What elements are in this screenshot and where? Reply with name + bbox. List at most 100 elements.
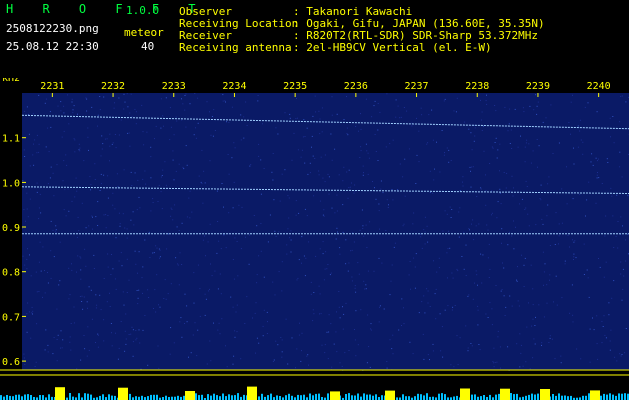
noise-dot (503, 295, 505, 297)
noise-dot (110, 274, 112, 275)
noise-dot (101, 135, 103, 137)
noise-dot (77, 255, 79, 257)
noise-dot (228, 212, 230, 214)
noise-dot (47, 183, 49, 185)
noise-dot (249, 234, 251, 236)
noise-dot (367, 152, 369, 154)
noise-dot (577, 125, 579, 127)
noise-dot (604, 334, 606, 336)
noise-dot (152, 198, 154, 200)
noise-dot (467, 295, 469, 297)
noise-dot (319, 313, 320, 315)
noise-dot (77, 216, 79, 218)
noise-dot (485, 100, 487, 102)
noise-dot (181, 336, 183, 338)
noise-dot (622, 225, 623, 227)
noise-dot (200, 181, 202, 183)
noise-dot (94, 179, 96, 180)
noise-dot (621, 95, 623, 97)
noise-dot (482, 254, 484, 256)
noise-dot (561, 297, 563, 299)
noise-dot (524, 209, 526, 210)
noise-dot (343, 313, 345, 315)
noise-dot (526, 326, 528, 328)
noise-dot (38, 261, 40, 263)
noise-dot (63, 160, 65, 162)
noise-dot (374, 134, 376, 135)
noise-dot (452, 277, 454, 279)
noise-dot (319, 200, 321, 202)
noise-dot (163, 125, 164, 127)
noise-dot (614, 356, 616, 358)
noise-dot (256, 337, 258, 339)
noise-dot (53, 337, 55, 338)
noise-dot (25, 220, 26, 222)
noise-dot (345, 263, 347, 265)
noise-dot (38, 151, 40, 153)
noise-dot (205, 298, 207, 300)
noise-dot (465, 325, 467, 327)
noise-dot (226, 366, 228, 368)
noise-dot (555, 212, 557, 214)
noise-dot (159, 306, 161, 308)
noise-dot (345, 302, 347, 304)
noise-dot (327, 173, 329, 175)
noise-dot (380, 180, 382, 182)
noise-dot (304, 275, 306, 277)
noise-dot (331, 366, 333, 368)
noise-dot (193, 302, 195, 304)
noise-dot (606, 158, 608, 160)
noise-dot (394, 242, 396, 244)
noise-dot (499, 143, 501, 145)
noise-dot (87, 326, 89, 328)
noise-dot (516, 279, 517, 281)
noise-dot (514, 108, 516, 110)
noise-dot (258, 255, 260, 257)
noise-dot (211, 116, 213, 117)
noise-dot (149, 257, 151, 258)
noise-dot (56, 339, 58, 340)
noise-dot (79, 256, 81, 258)
noise-dot (47, 282, 49, 284)
noise-dot (509, 143, 511, 144)
noise-dot (76, 368, 78, 370)
noise-dot (323, 215, 325, 217)
noise-dot (459, 337, 461, 339)
noise-dot (130, 93, 132, 95)
noise-dot (168, 233, 169, 235)
noise-dot (435, 288, 437, 290)
noise-dot (517, 266, 518, 268)
x-tick-label: 2235 (283, 81, 307, 92)
noise-dot (465, 244, 467, 246)
noise-dot (609, 340, 611, 342)
noise-dot (189, 103, 191, 105)
noise-dot (101, 148, 103, 150)
noise-dot (219, 273, 221, 275)
noise-dot (451, 272, 453, 274)
noise-dot (471, 223, 472, 225)
noise-dot (153, 308, 154, 309)
noise-dot (529, 105, 531, 107)
noise-dot (194, 93, 196, 94)
activity-bar (417, 393, 419, 400)
noise-dot (573, 147, 574, 149)
noise-dot (379, 228, 380, 230)
noise-dot (44, 349, 46, 351)
noise-dot (359, 229, 361, 231)
activity-bar (453, 396, 455, 400)
noise-dot (131, 116, 133, 118)
noise-dot (620, 261, 622, 263)
noise-dot (330, 133, 332, 135)
noise-dot (164, 161, 166, 163)
noise-dot (100, 183, 102, 185)
noise-dot (527, 213, 529, 215)
noise-dot (50, 277, 52, 279)
noise-dot (612, 215, 614, 217)
noise-dot (178, 230, 180, 231)
noise-dot (385, 230, 387, 231)
noise-dot (160, 176, 162, 178)
noise-dot (402, 225, 404, 227)
noise-dot (65, 215, 67, 217)
noise-dot (446, 252, 448, 254)
noise-dot (343, 119, 345, 120)
